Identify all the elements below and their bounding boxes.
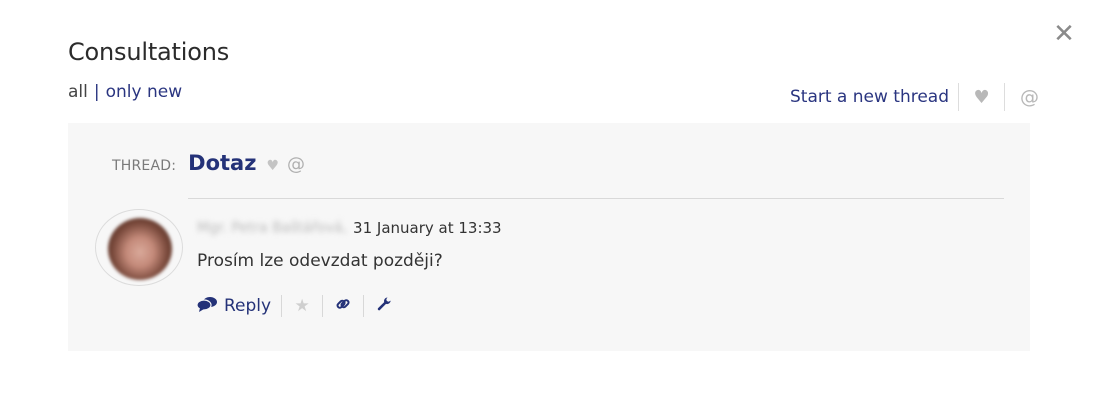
thread-at-icon[interactable]: @ xyxy=(287,154,305,175)
filter-all-link[interactable]: all xyxy=(68,82,88,102)
thread-panel: THREAD: Dotaz ♥ @ Mgr. Petra Baštářová, … xyxy=(68,123,1030,351)
link-icon[interactable] xyxy=(333,297,353,315)
filter-bar: all | only new xyxy=(68,82,182,102)
top-actions: Start a new thread ♥ @ xyxy=(790,83,1039,111)
divider xyxy=(281,295,283,317)
start-new-thread-link[interactable]: Start a new thread xyxy=(790,87,958,107)
thread-title[interactable]: Dotaz xyxy=(188,151,256,175)
post-message: Prosím lze odevzdat později? xyxy=(197,251,443,271)
reply-button[interactable]: Reply xyxy=(196,296,272,316)
divider xyxy=(363,295,365,317)
page-title: Consultations xyxy=(68,38,230,66)
post-author: Mgr. Petra Baštářová, xyxy=(197,220,348,236)
post-meta: Mgr. Petra Baštářová, 31 January at 13:3… xyxy=(197,219,502,237)
chat-bubbles-icon xyxy=(196,296,217,316)
wrench-icon[interactable] xyxy=(374,296,394,316)
filter-only-new-link[interactable]: only new xyxy=(106,82,183,102)
thread-header: THREAD: Dotaz ♥ @ xyxy=(112,151,305,175)
post-actions: Reply ★ xyxy=(196,294,394,318)
thread-divider xyxy=(188,198,1004,199)
close-icon[interactable]: ✕ xyxy=(1053,21,1075,47)
post-timestamp: 31 January at 13:33 xyxy=(353,219,502,237)
filter-separator: | xyxy=(93,82,100,102)
star-icon[interactable]: ★ xyxy=(292,296,312,316)
divider xyxy=(322,295,324,317)
avatar xyxy=(95,209,183,286)
thread-heart-icon[interactable]: ♥ xyxy=(266,158,279,174)
avatar-image xyxy=(108,218,172,280)
thread-label: THREAD: xyxy=(112,158,177,174)
heart-icon[interactable]: ♥ xyxy=(959,83,1004,111)
reply-label: Reply xyxy=(224,296,272,316)
at-icon[interactable]: @ xyxy=(1005,83,1039,111)
